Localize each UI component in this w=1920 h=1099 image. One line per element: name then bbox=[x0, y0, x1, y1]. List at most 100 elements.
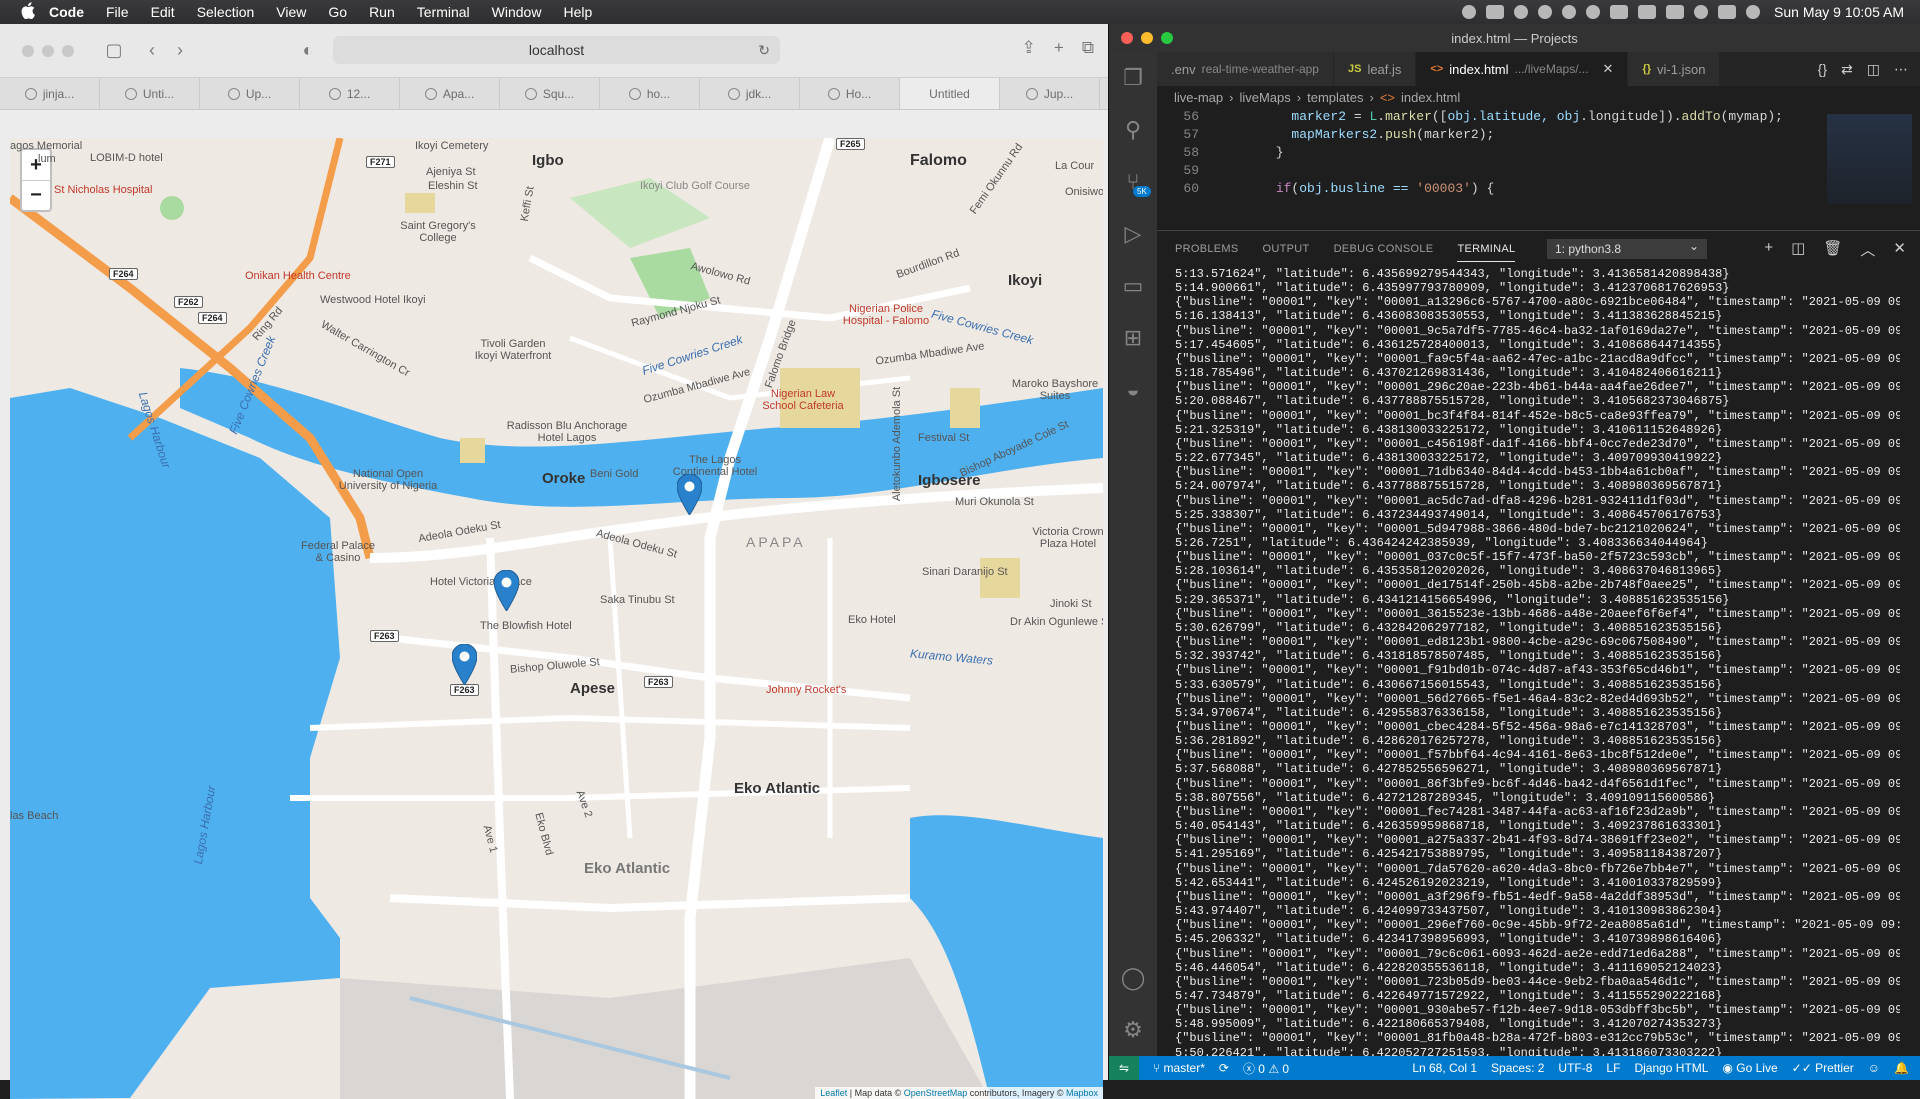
breadcrumb-item[interactable]: index.html bbox=[1401, 90, 1460, 105]
editor-tab[interactable]: JS leaf.js bbox=[1333, 52, 1417, 86]
remote-explorer-icon[interactable]: ▭ bbox=[1109, 260, 1157, 312]
play-icon[interactable] bbox=[1586, 5, 1601, 19]
encoding[interactable]: UTF-8 bbox=[1558, 1061, 1592, 1075]
minimize-button[interactable] bbox=[1141, 32, 1153, 44]
go-live-button[interactable]: ◉ Go Live bbox=[1722, 1061, 1777, 1075]
split-editor-icon[interactable]: ◫ bbox=[1867, 61, 1880, 78]
editor-tab-active[interactable]: <> index.html .../liveMaps/... ✕ bbox=[1416, 52, 1629, 86]
terminal-selector[interactable]: 1: python3.8 bbox=[1547, 239, 1707, 259]
more-actions-icon[interactable]: ⋯ bbox=[1894, 61, 1908, 78]
browser-tab[interactable]: Squ... bbox=[500, 78, 600, 109]
tab-debug-console[interactable]: DEBUG CONSOLE bbox=[1334, 243, 1434, 255]
close-tab-icon[interactable]: ✕ bbox=[1603, 61, 1614, 77]
editor-tab[interactable]: {} vi-1.json bbox=[1628, 52, 1721, 86]
flag-icon[interactable] bbox=[1610, 5, 1629, 19]
menu-window[interactable]: Window bbox=[492, 4, 542, 20]
forward-icon[interactable]: › bbox=[166, 39, 194, 63]
zoom-button[interactable] bbox=[62, 44, 74, 57]
code-editor[interactable]: 56 marker2 = L. marker([obj .latitude, obj… bbox=[1157, 108, 1920, 198]
split-terminal-icon[interactable]: ◫ bbox=[1791, 239, 1805, 260]
breadcrumb-item[interactable]: liveMaps bbox=[1239, 90, 1290, 105]
menu-code[interactable]: Code bbox=[49, 4, 84, 20]
battery-icon[interactable] bbox=[1638, 5, 1657, 19]
browser-tab[interactable]: Ho... bbox=[800, 78, 900, 109]
new-terminal-icon[interactable]: + bbox=[1764, 239, 1773, 260]
browser-tab[interactable]: Jup... bbox=[1000, 78, 1100, 109]
maximize-panel-icon[interactable]: ︿ bbox=[1860, 239, 1875, 260]
line-ending[interactable]: LF bbox=[1606, 1061, 1620, 1075]
breadcrumb-item[interactable]: live-map bbox=[1174, 90, 1223, 105]
menu-terminal[interactable]: Terminal bbox=[417, 4, 470, 20]
reload-icon[interactable]: ↻ bbox=[758, 42, 770, 59]
spotlight-icon[interactable] bbox=[1694, 5, 1709, 19]
remote-icon[interactable]: ⇋ bbox=[1109, 1056, 1139, 1080]
menu-run[interactable]: Run bbox=[369, 4, 395, 20]
prettier-button[interactable]: ✓✓ Prettier bbox=[1792, 1061, 1854, 1075]
menu-edit[interactable]: Edit bbox=[151, 4, 175, 20]
tab-terminal[interactable]: TERMINAL bbox=[1457, 237, 1516, 262]
mapbox-link[interactable]: Mapbox bbox=[1066, 1088, 1098, 1098]
zoom-button[interactable] bbox=[1161, 32, 1173, 44]
editor-tab[interactable]: .env real-time-weather-app bbox=[1157, 52, 1334, 86]
indentation[interactable]: Spaces: 2 bbox=[1491, 1061, 1544, 1075]
control-center-icon[interactable] bbox=[1718, 5, 1737, 19]
notifications-icon[interactable]: 🔔 bbox=[1894, 1061, 1909, 1075]
search-icon[interactable]: ⚲ bbox=[1109, 104, 1157, 156]
wordpress-icon[interactable] bbox=[1538, 5, 1553, 19]
siri-icon[interactable] bbox=[1746, 5, 1761, 19]
close-button[interactable] bbox=[1121, 32, 1133, 44]
tab-problems[interactable]: PROBLEMS bbox=[1175, 243, 1239, 255]
back-icon[interactable]: ‹ bbox=[138, 39, 166, 63]
browser-tab[interactable]: Apa... bbox=[400, 78, 500, 109]
browser-tab-active[interactable]: Untitled bbox=[900, 78, 1000, 109]
bus-marker[interactable] bbox=[677, 474, 702, 515]
browser-tab[interactable]: Up... bbox=[200, 78, 300, 109]
browser-tab[interactable]: 12... bbox=[300, 78, 400, 109]
menu-view[interactable]: View bbox=[276, 4, 306, 20]
menu-help[interactable]: Help bbox=[563, 4, 592, 20]
problems-indicator[interactable]: ⓧ 0 ⚠ 0 bbox=[1243, 1060, 1289, 1077]
zoom-out-button[interactable]: − bbox=[22, 180, 50, 210]
explorer-icon[interactable]: ❐ bbox=[1109, 52, 1157, 104]
leaflet-map[interactable]: + − agos Memorial lum LOBIM-D hotel St N… bbox=[10, 138, 1103, 1099]
menu-file[interactable]: File bbox=[106, 4, 129, 20]
terminal-output[interactable]: 5:13.571624", "latitude": 6.435699279544… bbox=[1175, 267, 1900, 1056]
osm-link[interactable]: OpenStreetMap bbox=[904, 1088, 968, 1098]
browser-tab[interactable]: Unti... bbox=[100, 78, 200, 109]
menu-go[interactable]: Go bbox=[328, 4, 347, 20]
braces-icon[interactable]: {} bbox=[1818, 61, 1827, 77]
account-icon[interactable]: ◯ bbox=[1109, 952, 1157, 1004]
browser-tab[interactable]: ho... bbox=[600, 78, 700, 109]
run-debug-icon[interactable]: ▷ bbox=[1109, 208, 1157, 260]
browser-tab[interactable]: jdk... bbox=[700, 78, 800, 109]
extensions-icon[interactable]: ⊞ bbox=[1109, 312, 1157, 364]
app-icon[interactable] bbox=[1514, 5, 1529, 19]
source-control-icon[interactable]: ⑂ 5K bbox=[1109, 156, 1157, 208]
git-branch[interactable]: ⑂ master* bbox=[1153, 1061, 1205, 1075]
sync-icon[interactable] bbox=[1562, 5, 1577, 19]
tab-output[interactable]: OUTPUT bbox=[1263, 243, 1310, 255]
share-icon[interactable]: ⇪ bbox=[1022, 38, 1036, 58]
minimize-button[interactable] bbox=[42, 44, 54, 57]
settings-gear-icon[interactable]: ⚙ bbox=[1109, 1004, 1157, 1056]
browser-tab[interactable]: jinja... bbox=[0, 78, 100, 109]
feedback-icon[interactable]: ☺ bbox=[1868, 1061, 1880, 1075]
minimap[interactable] bbox=[1827, 114, 1912, 204]
close-button[interactable] bbox=[22, 44, 34, 57]
tab-overview-icon[interactable]: ⧉ bbox=[1082, 38, 1094, 58]
record-icon[interactable] bbox=[1462, 5, 1477, 19]
sidebar-icon[interactable]: ▢ bbox=[100, 39, 128, 63]
menu-selection[interactable]: Selection bbox=[197, 4, 255, 20]
docker-icon[interactable]: ◒ bbox=[1109, 364, 1157, 416]
sync-icon[interactable]: ⟳ bbox=[1219, 1061, 1229, 1075]
leaflet-link[interactable]: Leaflet bbox=[820, 1088, 847, 1098]
close-panel-icon[interactable]: ✕ bbox=[1893, 239, 1906, 260]
address-bar[interactable]: localhost ↻ bbox=[333, 36, 780, 64]
bus-marker[interactable] bbox=[494, 570, 519, 611]
shield-icon[interactable]: ◐ bbox=[294, 39, 322, 63]
cursor-position[interactable]: Ln 68, Col 1 bbox=[1412, 1061, 1477, 1075]
apple-icon[interactable] bbox=[21, 2, 39, 22]
language-mode[interactable]: Django HTML bbox=[1634, 1061, 1708, 1075]
vlc-icon[interactable] bbox=[1486, 5, 1505, 19]
bus-marker[interactable] bbox=[452, 644, 477, 685]
